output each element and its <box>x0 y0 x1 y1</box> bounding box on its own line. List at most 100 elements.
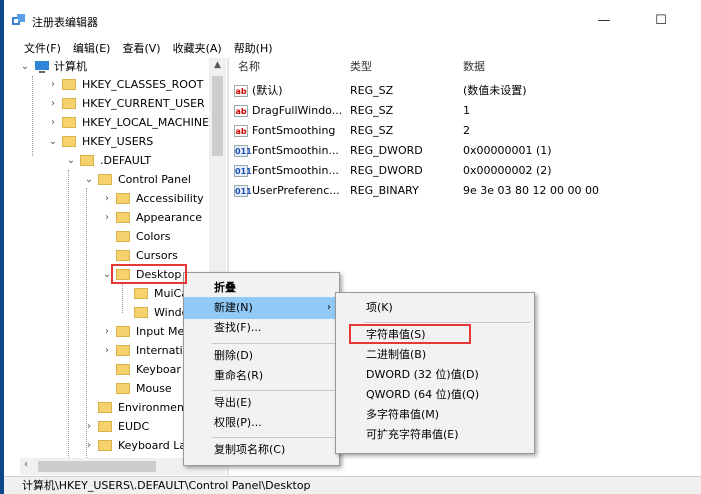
folder-icon <box>116 231 130 242</box>
list-row[interactable]: ab FontSmoothing REG_SZ 2 <box>230 121 701 141</box>
tree-label: HKEY_CLASSES_ROOT <box>82 78 204 91</box>
folder-icon <box>116 345 130 356</box>
scroll-left-icon[interactable]: ‹ <box>24 459 28 470</box>
submenu-item-qword-value[interactable]: QWORD (64 位)值(Q) <box>336 384 534 406</box>
tree-label: Input Me <box>136 325 185 338</box>
folder-icon <box>116 269 130 280</box>
value-data: 9e 3e 03 80 12 00 00 00 <box>463 184 599 197</box>
value-type: REG_DWORD <box>350 164 423 177</box>
expand-icon[interactable]: › <box>102 190 112 208</box>
binary-value-icon: 011 <box>234 145 252 157</box>
folder-icon <box>116 364 130 375</box>
tree-label: HKEY_CURRENT_USER <box>82 97 205 110</box>
value-name: FontSmoothin... <box>252 164 339 177</box>
menu-item-permissions[interactable]: 权限(P)... <box>184 412 339 434</box>
folder-icon <box>98 174 112 185</box>
menu-bar: 文件(F) 编辑(E) 查看(V) 收藏夹(A) 帮助(H) <box>4 38 701 57</box>
column-header-data[interactable]: 数据 <box>463 58 485 76</box>
menu-item-collapse[interactable]: 折叠 <box>184 277 339 299</box>
string-value-icon: ab <box>234 105 248 117</box>
list-row[interactable]: 011 FontSmoothin... REG_DWORD 0x00000002… <box>230 161 701 181</box>
expand-icon[interactable]: › <box>84 437 94 455</box>
menu-separator <box>212 437 335 438</box>
value-data: 1 <box>463 104 470 117</box>
tree-label: HKEY_LOCAL_MACHINE <box>82 116 210 129</box>
expand-icon[interactable]: › <box>48 95 58 113</box>
minimize-button[interactable]: — <box>589 10 619 32</box>
value-name: FontSmoothing <box>252 124 336 137</box>
regedit-app-icon <box>12 14 25 25</box>
list-row[interactable]: 011 FontSmoothin... REG_DWORD 0x00000001… <box>230 141 701 161</box>
menu-item-copy-key-name[interactable]: 复制项名称(C) <box>184 439 339 461</box>
menu-favorites[interactable]: 收藏夹(A) <box>167 38 228 56</box>
folder-icon <box>80 155 94 166</box>
title-bar: 注册表编辑器 — ☐ <box>4 0 701 38</box>
expand-icon[interactable]: › <box>102 323 112 341</box>
submenu-item-string-value[interactable]: 字符串值(S) <box>336 324 534 346</box>
scroll-thumb[interactable] <box>38 461 156 472</box>
value-type: REG_SZ <box>350 104 394 117</box>
menu-item-export[interactable]: 导出(E) <box>184 392 339 414</box>
value-name: FontSmoothin... <box>252 144 339 157</box>
collapse-icon[interactable]: ⌄ <box>84 171 94 189</box>
tree-label: Keyboar <box>136 363 181 376</box>
tree-guide <box>122 283 123 313</box>
string-value-icon: ab <box>234 125 248 137</box>
expand-icon[interactable]: › <box>48 76 58 94</box>
menu-help[interactable]: 帮助(H) <box>228 38 279 56</box>
window-title: 注册表编辑器 <box>32 16 98 29</box>
folder-icon <box>62 79 76 90</box>
value-data: (数值未设置) <box>463 84 527 97</box>
status-bar-path: 计算机\HKEY_USERS\.DEFAULT\Control Panel\De… <box>4 476 701 494</box>
expand-icon[interactable]: › <box>48 114 58 132</box>
folder-icon <box>134 307 148 318</box>
collapse-icon[interactable]: ⌄ <box>48 133 58 151</box>
expand-icon[interactable]: › <box>102 209 112 227</box>
string-value-icon: ab <box>234 85 248 97</box>
submenu-item-key[interactable]: 项(K) <box>336 297 534 319</box>
folder-icon <box>62 117 76 128</box>
maximize-button[interactable]: ☐ <box>646 10 676 32</box>
scroll-thumb[interactable] <box>212 76 223 156</box>
menu-separator <box>364 322 530 323</box>
submenu-item-multi-string-value[interactable]: 多字符串值(M) <box>336 404 534 426</box>
folder-icon <box>98 421 112 432</box>
context-menu: 折叠 新建(N) › 查找(F)... 删除(D) 重命名(R) 导出(E) 权… <box>183 272 340 466</box>
tree-guide <box>68 170 69 458</box>
submenu-item-expandable-string-value[interactable]: 可扩充字符串值(E) <box>336 424 534 446</box>
expand-icon[interactable]: › <box>84 418 94 436</box>
collapse-icon[interactable]: ⌄ <box>20 58 30 76</box>
submenu-arrow-icon: › <box>327 302 331 313</box>
column-header-name[interactable]: 名称 <box>238 58 260 76</box>
collapse-icon[interactable]: ⌄ <box>102 266 112 284</box>
value-data: 0x00000001 (1) <box>463 144 552 157</box>
folder-icon <box>116 212 130 223</box>
value-name: (默认) <box>252 84 283 97</box>
scroll-up-icon[interactable]: ▲ <box>209 60 226 70</box>
list-row[interactable]: ab (默认) REG_SZ (数值未设置) <box>230 81 701 101</box>
submenu-item-binary-value[interactable]: 二进制值(B) <box>336 344 534 366</box>
menu-item-rename[interactable]: 重命名(R) <box>184 365 339 387</box>
value-data: 2 <box>463 124 470 137</box>
list-row[interactable]: 011 UserPreferenc... REG_BINARY 9e 3e 03… <box>230 181 701 201</box>
column-header-type[interactable]: 类型 <box>350 58 372 76</box>
folder-icon <box>62 98 76 109</box>
folder-icon <box>98 440 112 451</box>
tree-label: .DEFAULT <box>100 154 152 167</box>
tree-label: Environment <box>118 401 189 414</box>
menu-item-new[interactable]: 新建(N) › <box>184 297 339 319</box>
collapse-icon[interactable]: ⌄ <box>66 152 76 170</box>
computer-icon <box>35 61 49 73</box>
menu-item-delete[interactable]: 删除(D) <box>184 345 339 367</box>
list-row[interactable]: ab DragFullWindo... REG_SZ 1 <box>230 101 701 121</box>
submenu-item-dword-value[interactable]: DWORD (32 位)值(D) <box>336 364 534 386</box>
value-type: REG_SZ <box>350 84 394 97</box>
menu-view[interactable]: 查看(V) <box>116 38 166 56</box>
menu-edit[interactable]: 编辑(E) <box>67 38 117 56</box>
menu-item-find[interactable]: 查找(F)... <box>184 317 339 339</box>
tree-label: EUDC <box>118 420 150 433</box>
menu-file[interactable]: 文件(F) <box>4 38 67 56</box>
value-type: REG_SZ <box>350 124 394 137</box>
tree-guide <box>32 76 33 156</box>
expand-icon[interactable]: › <box>102 342 112 360</box>
